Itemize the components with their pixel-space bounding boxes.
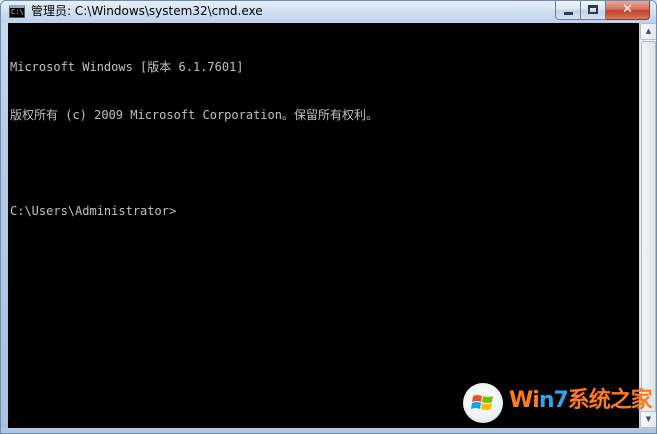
scrollbar-thumb[interactable] bbox=[641, 41, 656, 426]
console-area[interactable]: Microsoft Windows [版本 6.1.7601] 版权所有 (c)… bbox=[8, 23, 639, 428]
watermark-text-part: Wi bbox=[509, 388, 540, 413]
title-bar[interactable]: C:\ 管理员: C:\Windows\system32\cmd.exe ✕ bbox=[1, 1, 656, 23]
watermark: Win7系统之家 bbox=[463, 381, 655, 427]
console-line: Microsoft Windows [版本 6.1.7601] bbox=[10, 60, 244, 74]
watermark-text-part: n7 bbox=[538, 388, 569, 413]
minimize-icon bbox=[564, 12, 573, 15]
watermark-text: Win7系统之家 bbox=[509, 387, 653, 415]
window-title: 管理员: C:\Windows\system32\cmd.exe bbox=[31, 4, 263, 18]
cmd-icon[interactable]: C:\ bbox=[9, 5, 25, 18]
maximize-button[interactable] bbox=[581, 1, 606, 20]
close-button[interactable]: ✕ bbox=[606, 1, 650, 20]
minimize-button[interactable] bbox=[555, 1, 581, 20]
console-line: 版权所有 (c) 2009 Microsoft Corporation。保留所有… bbox=[10, 108, 378, 122]
watermark-text-part: 系统之家 bbox=[567, 388, 653, 413]
cmd-icon-glyph: C:\ bbox=[11, 8, 24, 16]
maximize-icon bbox=[588, 5, 598, 14]
cmd-window: C:\ 管理员: C:\Windows\system32\cmd.exe ✕ M… bbox=[0, 0, 657, 434]
console-output: Microsoft Windows [版本 6.1.7601] 版权所有 (c)… bbox=[10, 27, 378, 251]
vertical-scrollbar[interactable]: ▲ ▼ bbox=[639, 23, 656, 428]
close-icon: ✕ bbox=[622, 2, 633, 17]
windows-logo-icon bbox=[463, 383, 503, 423]
window-bottom-border bbox=[1, 428, 656, 433]
arrow-up-icon: ▲ bbox=[645, 27, 652, 35]
caption-buttons: ✕ bbox=[555, 1, 650, 20]
scroll-up-button[interactable]: ▲ bbox=[640, 23, 656, 40]
command-prompt[interactable]: C:\Users\Administrator> bbox=[10, 203, 378, 219]
